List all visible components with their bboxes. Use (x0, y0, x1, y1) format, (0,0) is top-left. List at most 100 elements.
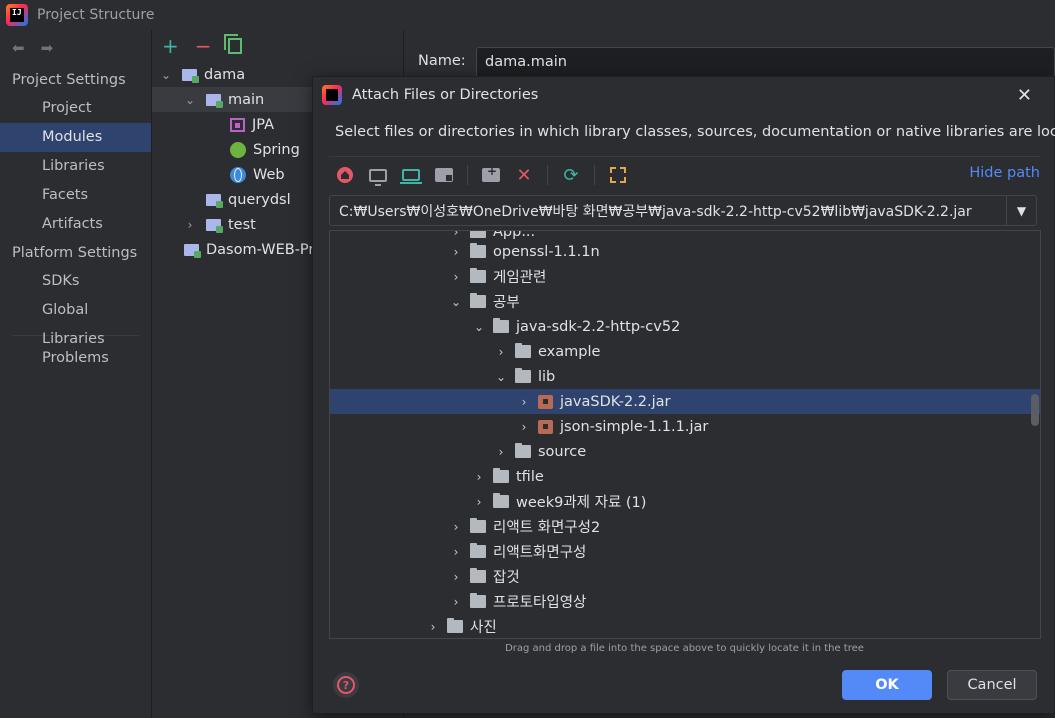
chevron-right-icon[interactable]: › (448, 520, 464, 534)
hide-path-link[interactable]: Hide path (969, 165, 1040, 181)
nav-arrows: ⬅ ➡ (0, 30, 151, 66)
window-title: Project Structure (37, 7, 155, 23)
chevron-right-icon[interactable]: › (471, 470, 487, 484)
delete-icon[interactable]: ✕ (514, 165, 534, 186)
tree-item-label: dama (204, 66, 246, 83)
tree-row[interactable]: › 프로토타입영상 (330, 589, 1040, 614)
help-icon: ? (337, 676, 355, 694)
chevron-right-icon[interactable]: › (516, 420, 532, 434)
new-folder-icon[interactable] (481, 164, 501, 185)
module-name-field[interactable]: dama.main (476, 47, 1055, 77)
tree-row-label: 리액트 화면구성2 (493, 520, 601, 536)
folder-icon (493, 318, 509, 333)
chevron-down-icon[interactable]: ⌄ (493, 370, 509, 384)
nav-item-sdks[interactable]: SDKs (0, 267, 151, 296)
nav-item-libraries[interactable]: Libraries (0, 152, 151, 181)
tree-item-label: main (228, 91, 265, 108)
nav-item-facets[interactable]: Facets (0, 181, 151, 210)
tree-row[interactable]: › 리액트 화면구성2 (330, 514, 1040, 539)
toolbar-separator (547, 165, 548, 185)
module-folder-link-icon[interactable] (434, 165, 454, 185)
tree-row[interactable]: ⌄ lib (330, 364, 1040, 389)
tree-row-label: javaSDK-2.2.jar (560, 393, 671, 410)
home-icon[interactable] (335, 165, 355, 185)
ok-button[interactable]: OK (842, 670, 932, 700)
folder-icon (493, 468, 509, 483)
path-input[interactable]: C:₩Users₩이성호₩OneDrive₩바탕 화면₩공부₩java-sdk-… (330, 201, 1006, 221)
folder-icon (470, 593, 486, 608)
tree-row[interactable]: › source (330, 439, 1040, 464)
tree-row[interactable]: › tfile (330, 464, 1040, 489)
tree-row[interactable]: › 사진 (330, 614, 1040, 638)
chevron-right-icon[interactable]: › (425, 620, 441, 634)
close-icon[interactable]: ✕ (1017, 85, 1032, 106)
chevron-down-icon[interactable]: ⌄ (448, 295, 464, 309)
dialog-description: Select files or directories in which lib… (335, 124, 1055, 140)
tree-row[interactable]: ⌄ java-sdk-2.2-http-cv52 (330, 314, 1040, 339)
project-icon[interactable] (400, 165, 422, 185)
tree-scrollbar-thumb[interactable] (1031, 394, 1039, 426)
nav-item-modules[interactable]: Modules (0, 123, 151, 152)
chevron-down-icon[interactable]: ⌄ (158, 68, 174, 82)
tree-row[interactable]: › example (330, 339, 1040, 364)
dialog-title-bar: Attach Files or Directories (313, 77, 1054, 113)
chevron-right-icon[interactable]: › (493, 445, 509, 459)
chevron-right-icon[interactable]: › (448, 270, 464, 284)
folder-icon (515, 343, 531, 358)
intellij-logo-icon (322, 85, 342, 105)
tree-row-label: openssl-1.1.1n (493, 243, 600, 260)
nav-item-global-libraries[interactable]: Global Libraries (0, 296, 151, 347)
name-label: Name: (418, 53, 466, 69)
folder-icon (447, 618, 463, 633)
forward-arrow-icon[interactable]: ➡ (41, 39, 54, 57)
project-settings-heading: Project Settings (12, 72, 126, 88)
chooser-toolbar: ✕ ⟳ (335, 162, 628, 188)
module-folder-icon (206, 93, 223, 108)
tree-row[interactable]: › 리액트화면구성 (330, 539, 1040, 564)
copy-icon[interactable] (223, 34, 242, 54)
path-combobox[interactable]: C:₩Users₩이성호₩OneDrive₩바탕 화면₩공부₩java-sdk-… (329, 195, 1037, 226)
nav-item-artifacts[interactable]: Artifacts (0, 210, 151, 239)
module-folder-icon (206, 193, 223, 208)
chevron-right-icon[interactable]: › (471, 495, 487, 509)
chevron-right-icon[interactable]: › (516, 395, 532, 409)
chevron-right-icon[interactable]: › (448, 595, 464, 609)
tree-item-label: JPA (252, 116, 275, 133)
cancel-button[interactable]: Cancel (947, 670, 1037, 700)
tree-row[interactable]: ⌄ 공부 (330, 289, 1040, 314)
nav-item-problems[interactable]: Problems (0, 344, 151, 373)
jar-file-icon (538, 394, 553, 409)
chevron-right-icon[interactable]: › (448, 570, 464, 584)
tree-row[interactable]: › week9과제 자료 (1) (330, 489, 1040, 514)
tree-row[interactable]: › 잡것 (330, 564, 1040, 589)
chevron-right-icon[interactable]: › (448, 231, 464, 239)
tree-row-label: 공부 (493, 295, 520, 311)
tree-row-label: 리액트화면구성 (493, 545, 587, 561)
intellij-logo-icon: IJ (6, 4, 28, 26)
remove-icon[interactable]: − (195, 34, 212, 58)
file-tree[interactable]: › App... › openssl-1.1.1n › 게임관련 ⌄ 공부 ⌄ … (329, 230, 1041, 639)
add-icon[interactable]: + (162, 34, 179, 58)
desktop-icon[interactable] (368, 165, 388, 186)
chevron-down-icon[interactable]: ⌄ (471, 320, 487, 334)
refresh-icon[interactable]: ⟳ (561, 165, 581, 186)
chevron-right-icon[interactable]: › (182, 218, 198, 232)
chevron-right-icon[interactable]: › (448, 245, 464, 259)
folder-icon (470, 268, 486, 283)
chevron-right-icon[interactable]: › (448, 545, 464, 559)
jar-file-icon (538, 419, 553, 434)
tree-row[interactable]: › 게임관련 (330, 264, 1040, 289)
chevron-right-icon[interactable]: › (493, 345, 509, 359)
dialog-title: Attach Files or Directories (352, 87, 539, 103)
tree-row[interactable]: › json-simple-1.1.1.jar (330, 414, 1040, 439)
select-area-icon[interactable] (608, 165, 628, 185)
tree-row-label: 잡것 (493, 570, 520, 586)
tree-row-selected[interactable]: › javaSDK-2.2.jar (330, 389, 1040, 414)
nav-item-project[interactable]: Project (0, 94, 151, 123)
tree-row[interactable]: › openssl-1.1.1n (330, 239, 1040, 264)
chevron-down-icon[interactable]: ▼ (1006, 196, 1036, 225)
chevron-down-icon[interactable]: ⌄ (182, 93, 198, 107)
back-arrow-icon[interactable]: ⬅ (12, 39, 25, 57)
help-button[interactable]: ? (333, 672, 359, 698)
toolbar-separator (467, 165, 468, 185)
